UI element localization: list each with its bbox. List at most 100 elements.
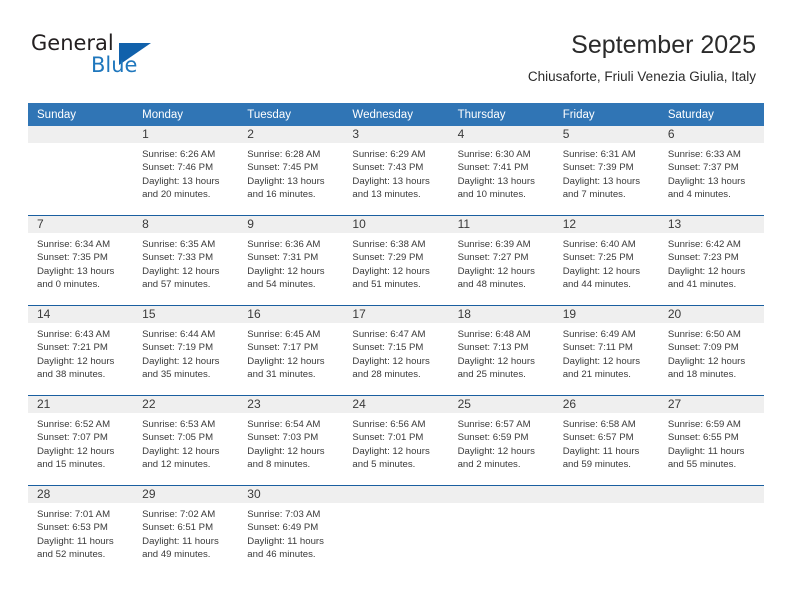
sunset-text: Sunset: 7:01 PM	[352, 432, 424, 444]
daylight-text-line1: Daylight: 12 hours	[667, 355, 746, 367]
calendar-day-cell[interactable]: 13 Sunrise: 6:42 AM Sunset: 7:23 PM Dayligh…	[658, 215, 764, 306]
sunset-text: Sunset: 6:51 PM	[142, 522, 214, 534]
day-details: Sunrise: 6:34 AM Sunset: 7:35 PM Daylight:…	[28, 233, 133, 291]
sunrise-text: Sunrise: 6:54 AM	[247, 419, 321, 430]
calendar-day-cell[interactable]: 19 Sunrise: 6:49 AM Sunset: 7:11 PM Dayligh…	[553, 305, 659, 396]
calendar-day-cell[interactable]: 3 Sunrise: 6:29 AM Sunset: 7:43 PM Daylight…	[343, 126, 449, 216]
calendar-day-cell[interactable]: 12 Sunrise: 6:40 AM Sunset: 7:25 PM Dayligh…	[553, 215, 659, 306]
day-number: 5	[553, 126, 659, 143]
day-number: 14	[28, 306, 134, 323]
daylight-text-line2: and 55 minutes.	[667, 458, 737, 470]
weekday-header-sunday: Sunday	[28, 103, 134, 126]
daylight-text-line1: Daylight: 11 hours	[37, 535, 114, 547]
calendar-day-cell[interactable]: 17 Sunrise: 6:47 AM Sunset: 7:15 PM Dayligh…	[343, 305, 449, 396]
daylight-text-line1: Daylight: 11 hours	[247, 535, 324, 547]
daylight-text-line2: and 5 minutes.	[352, 458, 416, 470]
sunset-text: Sunset: 7:17 PM	[247, 342, 319, 354]
calendar-day-cell[interactable]: 2 Sunrise: 6:28 AM Sunset: 7:45 PM Daylight…	[238, 126, 344, 216]
calendar-day-cell[interactable]: 30 Sunrise: 7:03 AM Sunset: 6:49 PM Dayligh…	[238, 485, 344, 578]
day-number: 29	[133, 486, 239, 503]
day-details: Sunrise: 6:54 AM Sunset: 7:03 PM Daylight:…	[238, 413, 343, 471]
calendar-day-cell[interactable]: 4 Sunrise: 6:30 AM Sunset: 7:41 PM Daylight…	[448, 126, 554, 216]
calendar-day-cell[interactable]: 23 Sunrise: 6:54 AM Sunset: 7:03 PM Dayligh…	[238, 395, 344, 486]
sunrise-text: Sunrise: 6:58 AM	[562, 419, 636, 430]
day-number: 8	[133, 216, 239, 233]
day-number: 28	[28, 486, 134, 503]
daylight-text-line1: Daylight: 13 hours	[37, 265, 115, 277]
calendar-day-cell-empty	[553, 485, 659, 578]
day-number: 16	[238, 306, 344, 323]
daylight-text-line1: Daylight: 13 hours	[457, 175, 535, 187]
calendar-day-cell[interactable]: 16 Sunrise: 6:45 AM Sunset: 7:17 PM Dayligh…	[238, 305, 344, 396]
calendar-day-cell[interactable]: 1 Sunrise: 6:26 AM Sunset: 7:46 PM Daylight…	[133, 126, 239, 216]
calendar-day-cell[interactable]: 6 Sunrise: 6:33 AM Sunset: 7:37 PM Daylight…	[658, 126, 764, 216]
page-title: September 2025	[571, 31, 756, 59]
daylight-text-line2: and 48 minutes.	[457, 278, 526, 290]
daylight-text-line1: Daylight: 12 hours	[247, 265, 325, 277]
sunset-text: Sunset: 7:31 PM	[247, 252, 319, 264]
sunset-text: Sunset: 7:41 PM	[457, 162, 529, 174]
calendar-day-cell[interactable]: 18 Sunrise: 6:48 AM Sunset: 7:13 PM Dayligh…	[448, 305, 554, 396]
calendar-day-cell[interactable]: 8 Sunrise: 6:35 AM Sunset: 7:33 PM Daylight…	[133, 215, 239, 306]
day-details: Sunrise: 6:29 AM Sunset: 7:43 PM Daylight:…	[343, 143, 448, 201]
sunset-text: Sunset: 7:19 PM	[142, 342, 214, 354]
sunrise-text: Sunrise: 6:34 AM	[37, 239, 111, 250]
sunset-text: Sunset: 7:39 PM	[562, 162, 634, 174]
calendar-week-row: 21 Sunrise: 6:52 AM Sunset: 7:07 PM Dayligh…	[28, 395, 764, 486]
sunset-text: Sunset: 7:09 PM	[667, 342, 739, 354]
daylight-text-line2: and 49 minutes.	[142, 548, 211, 560]
day-number	[343, 486, 449, 503]
day-details: Sunrise: 6:59 AM Sunset: 6:55 PM Daylight:…	[659, 413, 764, 471]
day-number	[28, 126, 134, 143]
weekday-header-wednesday: Wednesday	[343, 103, 449, 126]
calendar-day-cell[interactable]: 24 Sunrise: 6:56 AM Sunset: 7:01 PM Dayligh…	[343, 395, 449, 486]
calendar-day-cell[interactable]: 21 Sunrise: 6:52 AM Sunset: 7:07 PM Dayligh…	[28, 395, 134, 486]
day-number: 11	[448, 216, 554, 233]
sunrise-text: Sunrise: 6:45 AM	[247, 329, 321, 340]
daylight-text-line1: Daylight: 13 hours	[247, 175, 325, 187]
day-details: Sunrise: 6:33 AM Sunset: 7:37 PM Daylight:…	[659, 143, 764, 201]
day-number: 30	[238, 486, 344, 503]
calendar-day-cell[interactable]: 27 Sunrise: 6:59 AM Sunset: 6:55 PM Dayligh…	[658, 395, 764, 486]
calendar-day-cell[interactable]: 25 Sunrise: 6:57 AM Sunset: 6:59 PM Dayligh…	[448, 395, 554, 486]
calendar-day-cell[interactable]: 7 Sunrise: 6:34 AM Sunset: 7:35 PM Daylight…	[28, 215, 134, 306]
day-number: 27	[658, 396, 764, 413]
calendar-day-cell[interactable]: 22 Sunrise: 6:53 AM Sunset: 7:05 PM Dayligh…	[133, 395, 239, 486]
day-number: 7	[28, 216, 134, 233]
day-number: 10	[343, 216, 449, 233]
daylight-text-line2: and 52 minutes.	[37, 548, 106, 560]
weekday-header-saturday: Saturday	[658, 103, 764, 126]
daylight-text-line2: and 41 minutes.	[667, 278, 737, 290]
sunrise-text: Sunrise: 6:33 AM	[667, 149, 741, 160]
calendar-day-cell[interactable]: 9 Sunrise: 6:36 AM Sunset: 7:31 PM Daylight…	[238, 215, 344, 306]
sunset-text: Sunset: 7:37 PM	[667, 162, 739, 174]
calendar-day-cell[interactable]: 15 Sunrise: 6:44 AM Sunset: 7:19 PM Dayligh…	[133, 305, 239, 396]
calendar-day-cell[interactable]: 14 Sunrise: 6:43 AM Sunset: 7:21 PM Dayligh…	[28, 305, 134, 396]
sunrise-text: Sunrise: 6:48 AM	[457, 329, 531, 340]
day-details: Sunrise: 6:26 AM Sunset: 7:46 PM Daylight:…	[133, 143, 238, 201]
sunset-text: Sunset: 7:43 PM	[352, 162, 424, 174]
daylight-text-line2: and 51 minutes.	[352, 278, 421, 290]
calendar-day-cell[interactable]: 26 Sunrise: 6:58 AM Sunset: 6:57 PM Dayligh…	[553, 395, 659, 486]
day-details: Sunrise: 6:36 AM Sunset: 7:31 PM Daylight:…	[238, 233, 343, 291]
daylight-text-line1: Daylight: 11 hours	[667, 445, 745, 457]
daylight-text-line1: Daylight: 11 hours	[142, 535, 219, 547]
calendar-day-cell[interactable]: 5 Sunrise: 6:31 AM Sunset: 7:39 PM Daylight…	[553, 126, 659, 216]
calendar-day-cell[interactable]: 28 Sunrise: 7:01 AM Sunset: 6:53 PM Dayligh…	[28, 485, 134, 578]
daylight-text-line1: Daylight: 12 hours	[457, 445, 535, 457]
sunrise-text: Sunrise: 6:49 AM	[562, 329, 636, 340]
calendar-day-cell[interactable]: 29 Sunrise: 7:02 AM Sunset: 6:51 PM Dayligh…	[133, 485, 239, 578]
calendar-day-cell[interactable]: 10 Sunrise: 6:38 AM Sunset: 7:29 PM Dayligh…	[343, 215, 449, 306]
calendar-weekday-header: Sunday Monday Tuesday Wednesday Thursday…	[28, 103, 764, 126]
day-details: Sunrise: 6:31 AM Sunset: 7:39 PM Daylight:…	[554, 143, 659, 201]
daylight-text-line1: Daylight: 12 hours	[142, 355, 220, 367]
general-blue-logo[interactable]: General Blue	[31, 31, 181, 83]
calendar-day-cell[interactable]: 11 Sunrise: 6:39 AM Sunset: 7:27 PM Dayligh…	[448, 215, 554, 306]
day-number: 12	[553, 216, 659, 233]
sunrise-text: Sunrise: 6:50 AM	[667, 329, 741, 340]
day-details: Sunrise: 6:43 AM Sunset: 7:21 PM Daylight:…	[28, 323, 133, 381]
day-number	[658, 486, 764, 503]
daylight-text-line1: Daylight: 12 hours	[142, 265, 220, 277]
calendar-day-cell[interactable]: 20 Sunrise: 6:50 AM Sunset: 7:09 PM Dayligh…	[658, 305, 764, 396]
sunrise-text: Sunrise: 6:30 AM	[457, 149, 531, 160]
